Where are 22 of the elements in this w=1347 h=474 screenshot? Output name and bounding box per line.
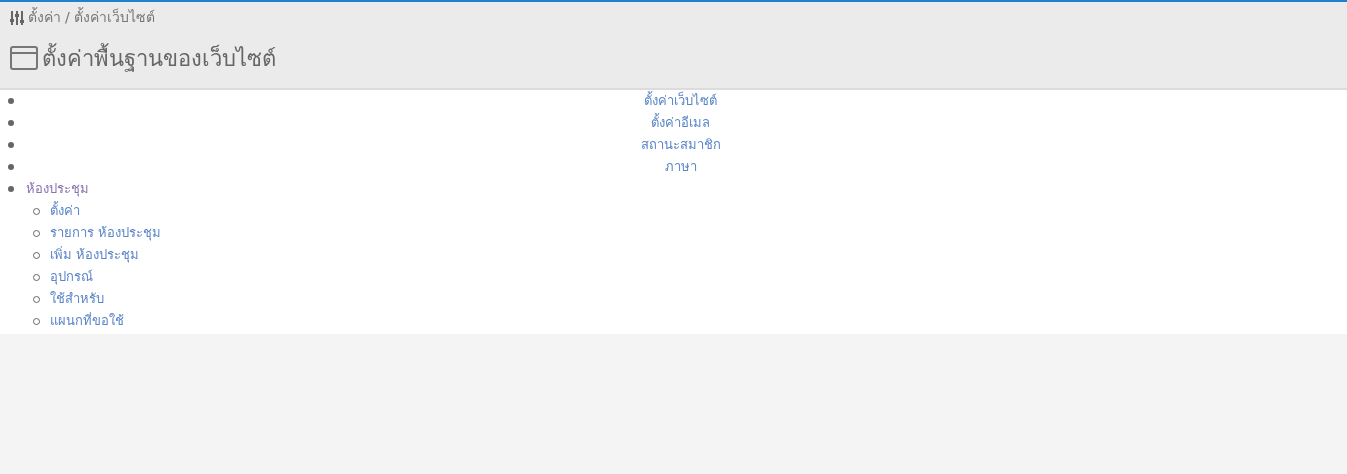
menu-link[interactable]: สถานะสมาชิก <box>14 134 1347 156</box>
sliders-icon <box>10 9 24 26</box>
bullet-icon <box>8 142 14 148</box>
breadcrumb-link[interactable]: ตั้งค่าเว็บไซต์ <box>73 7 155 28</box>
submenu-link[interactable]: รายการ ห้องประชุม <box>50 222 162 244</box>
bullet-icon <box>8 120 14 126</box>
submenu-link[interactable]: ตั้งค่า <box>50 200 80 222</box>
menu-link[interactable]: ภาษา <box>14 156 1347 178</box>
breadcrumb-separator: / <box>65 8 70 27</box>
breadcrumb-link[interactable]: ตั้งค่า <box>28 7 61 28</box>
bullet-icon <box>8 98 14 104</box>
menu-link[interactable]: ตั้งค่าเว็บไซต์ <box>14 90 1347 112</box>
submenu-link[interactable]: อุปกรณ์ <box>50 266 93 288</box>
page-title: ตั้งค่าพื้นฐานของเว็บไซต์ <box>42 42 276 74</box>
bullet-icon <box>8 164 14 170</box>
menu-link[interactable]: ห้องประชุม <box>26 178 89 200</box>
bullet-icon <box>8 186 14 192</box>
submenu-link[interactable]: เพิ่ม ห้องประชุม <box>50 244 140 266</box>
submenu-link[interactable]: แผนกที่ขอใช้ <box>50 310 124 332</box>
menu-link[interactable]: ตั้งค่าอีเมล <box>14 112 1347 134</box>
browser-window-icon <box>10 46 38 70</box>
submenu-link[interactable]: ใช้สำหรับ <box>50 288 104 310</box>
